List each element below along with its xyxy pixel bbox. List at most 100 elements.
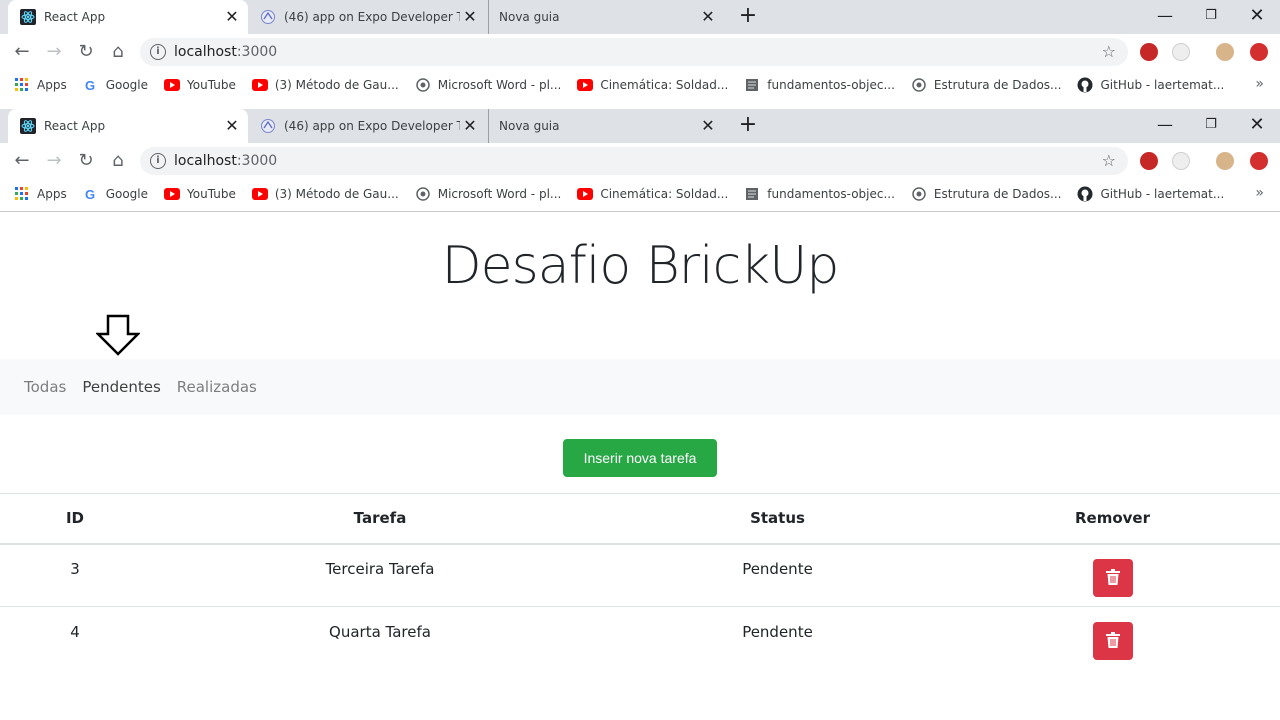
extension-icon[interactable] bbox=[1172, 43, 1190, 61]
bookmarks-more-icon[interactable]: » bbox=[1255, 185, 1264, 201]
bookmark-youtube[interactable]: YouTube bbox=[164, 186, 236, 202]
restore-button[interactable]: ❐ bbox=[1188, 2, 1234, 30]
profile-avatar[interactable] bbox=[1216, 43, 1234, 61]
trash-icon bbox=[1105, 631, 1120, 648]
tab-title: Nova guia bbox=[499, 10, 560, 24]
nav-realizadas[interactable]: Realizadas bbox=[177, 378, 257, 396]
bookmark-apps[interactable]: Apps bbox=[14, 77, 67, 93]
tab-nova-guia[interactable]: Nova guia ✕ bbox=[488, 0, 724, 34]
bookmark-star-icon[interactable]: ☆ bbox=[1102, 151, 1116, 170]
tab-react-app[interactable]: React App ✕ bbox=[8, 0, 248, 34]
close-tab-icon[interactable]: ✕ bbox=[698, 116, 718, 136]
new-tab-button[interactable]: + bbox=[736, 5, 760, 29]
bookmark-github[interactable]: GitHub - laertemat... bbox=[1077, 186, 1224, 202]
tab-react-app[interactable]: React App ✕ bbox=[8, 109, 248, 143]
tab-nova-guia[interactable]: Nova guia ✕ bbox=[488, 109, 724, 143]
bookmark-label: GitHub - laertemat... bbox=[1100, 78, 1225, 92]
address-bar[interactable]: i localhost:3000 ☆ bbox=[140, 147, 1128, 175]
globe-icon bbox=[911, 77, 927, 93]
bookmark-microsoft-word[interactable]: Microsoft Word - pl... bbox=[415, 77, 562, 93]
bookmark-label: Google bbox=[105, 187, 149, 201]
bookmarks-bar: Apps G Google YouTube (3) Método de Gau..… bbox=[0, 70, 1280, 100]
close-tab-icon[interactable]: ✕ bbox=[698, 7, 718, 27]
back-arrow-icon[interactable]: ← bbox=[10, 149, 34, 173]
header-id: ID bbox=[0, 493, 150, 545]
browser-toolbar: ← → ↻ ⌂ i localhost:3000 ☆ bbox=[0, 34, 1280, 70]
bookmark-label: Estrutura de Dados... bbox=[933, 78, 1062, 92]
bookmarks-more-icon[interactable]: » bbox=[1255, 76, 1264, 92]
table-header-row: ID Tarefa Status Remover bbox=[0, 493, 1280, 545]
bookmark-cinematica[interactable]: Cinemática: Soldad... bbox=[577, 77, 728, 93]
tab-title: React App bbox=[44, 10, 106, 24]
bookmark-cinematica[interactable]: Cinemática: Soldad... bbox=[577, 186, 728, 202]
back-arrow-icon[interactable]: ← bbox=[10, 40, 34, 64]
profile-avatar[interactable] bbox=[1216, 152, 1234, 170]
home-icon[interactable]: ⌂ bbox=[106, 149, 130, 173]
tab-title: React App bbox=[44, 119, 106, 133]
close-window-button[interactable]: ✕ bbox=[1234, 111, 1280, 139]
minimize-button[interactable]: — bbox=[1142, 111, 1188, 139]
bookmark-google[interactable]: G Google bbox=[83, 186, 148, 202]
extension-icon[interactable] bbox=[1172, 152, 1190, 170]
insert-task-button[interactable]: Inserir nova tarefa bbox=[563, 439, 717, 477]
adblock-extension-icon[interactable] bbox=[1140, 152, 1158, 170]
cell-id: 3 bbox=[0, 543, 150, 607]
react-icon bbox=[20, 9, 36, 25]
tab-expo-devtools[interactable]: (46) app on Expo Developer Tool ✕ bbox=[250, 109, 486, 143]
adblock-extension-icon[interactable] bbox=[1140, 43, 1158, 61]
cell-remove bbox=[945, 606, 1280, 670]
bookmark-metodo-gauss[interactable]: (3) Método de Gau... bbox=[251, 77, 399, 93]
bookmark-apps[interactable]: Apps bbox=[14, 186, 67, 202]
task-id: 4 bbox=[70, 623, 80, 642]
trash-icon bbox=[1105, 568, 1120, 585]
nav-pendentes[interactable]: Pendentes bbox=[82, 378, 160, 396]
bookmark-star-icon[interactable]: ☆ bbox=[1102, 42, 1116, 61]
cell-task: Terceira Tarefa bbox=[150, 543, 610, 607]
reload-icon[interactable]: ↻ bbox=[74, 40, 98, 64]
remove-button[interactable] bbox=[1092, 621, 1133, 660]
bookmark-google[interactable]: G Google bbox=[83, 77, 148, 93]
close-window-button[interactable]: ✕ bbox=[1234, 2, 1280, 30]
forward-arrow-icon[interactable]: → bbox=[42, 149, 66, 173]
document-icon bbox=[744, 77, 760, 93]
new-tab-button[interactable]: + bbox=[736, 114, 760, 138]
address-bar[interactable]: i localhost:3000 ☆ bbox=[140, 38, 1128, 66]
bookmark-fundamentos[interactable]: fundamentos-objec... bbox=[744, 186, 895, 202]
bookmark-metodo-gauss[interactable]: (3) Método de Gau... bbox=[251, 186, 399, 202]
youtube-icon bbox=[251, 186, 268, 202]
forward-arrow-icon[interactable]: → bbox=[42, 40, 66, 64]
close-tab-icon[interactable]: ✕ bbox=[460, 116, 480, 136]
close-tab-icon[interactable]: ✕ bbox=[222, 7, 242, 27]
bookmark-estrutura-dados[interactable]: Estrutura de Dados... bbox=[911, 186, 1062, 202]
bookmark-estrutura-dados[interactable]: Estrutura de Dados... bbox=[911, 77, 1062, 93]
close-tab-icon[interactable]: ✕ bbox=[222, 116, 242, 136]
table-row: 3 Terceira Tarefa Pendente bbox=[0, 543, 1280, 607]
bookmark-fundamentos[interactable]: fundamentos-objec... bbox=[744, 77, 895, 93]
youtube-icon bbox=[577, 186, 594, 202]
bookmark-label: Microsoft Word - pl... bbox=[437, 78, 562, 92]
task-status: Pendente bbox=[742, 560, 813, 579]
github-icon bbox=[1077, 77, 1093, 93]
remove-button[interactable] bbox=[1092, 558, 1133, 597]
header-status: Status bbox=[610, 493, 945, 545]
tab-expo-devtools[interactable]: (46) app on Expo Developer Tool ✕ bbox=[250, 0, 486, 34]
google-icon: G bbox=[83, 186, 99, 202]
task-status: Pendente bbox=[742, 623, 813, 642]
info-icon[interactable]: i bbox=[150, 153, 166, 169]
update-icon[interactable] bbox=[1250, 152, 1268, 170]
restore-button[interactable]: ❐ bbox=[1188, 111, 1234, 139]
home-icon[interactable]: ⌂ bbox=[106, 40, 130, 64]
bookmark-github[interactable]: GitHub - laertemat... bbox=[1077, 77, 1224, 93]
reload-icon[interactable]: ↻ bbox=[74, 149, 98, 173]
table-row: 4 Quarta Tarefa Pendente bbox=[0, 606, 1280, 670]
info-icon[interactable]: i bbox=[150, 44, 166, 60]
nav-todas[interactable]: Todas bbox=[24, 378, 66, 396]
youtube-icon bbox=[251, 77, 268, 93]
page-content: Desafio BrickUp Todas Pendentes Realizad… bbox=[0, 212, 1280, 720]
bookmark-label: Estrutura de Dados... bbox=[933, 187, 1062, 201]
minimize-button[interactable]: — bbox=[1142, 2, 1188, 30]
bookmark-youtube[interactable]: YouTube bbox=[164, 77, 236, 93]
close-tab-icon[interactable]: ✕ bbox=[460, 7, 480, 27]
update-icon[interactable] bbox=[1250, 43, 1268, 61]
bookmark-microsoft-word[interactable]: Microsoft Word - pl... bbox=[415, 186, 561, 202]
